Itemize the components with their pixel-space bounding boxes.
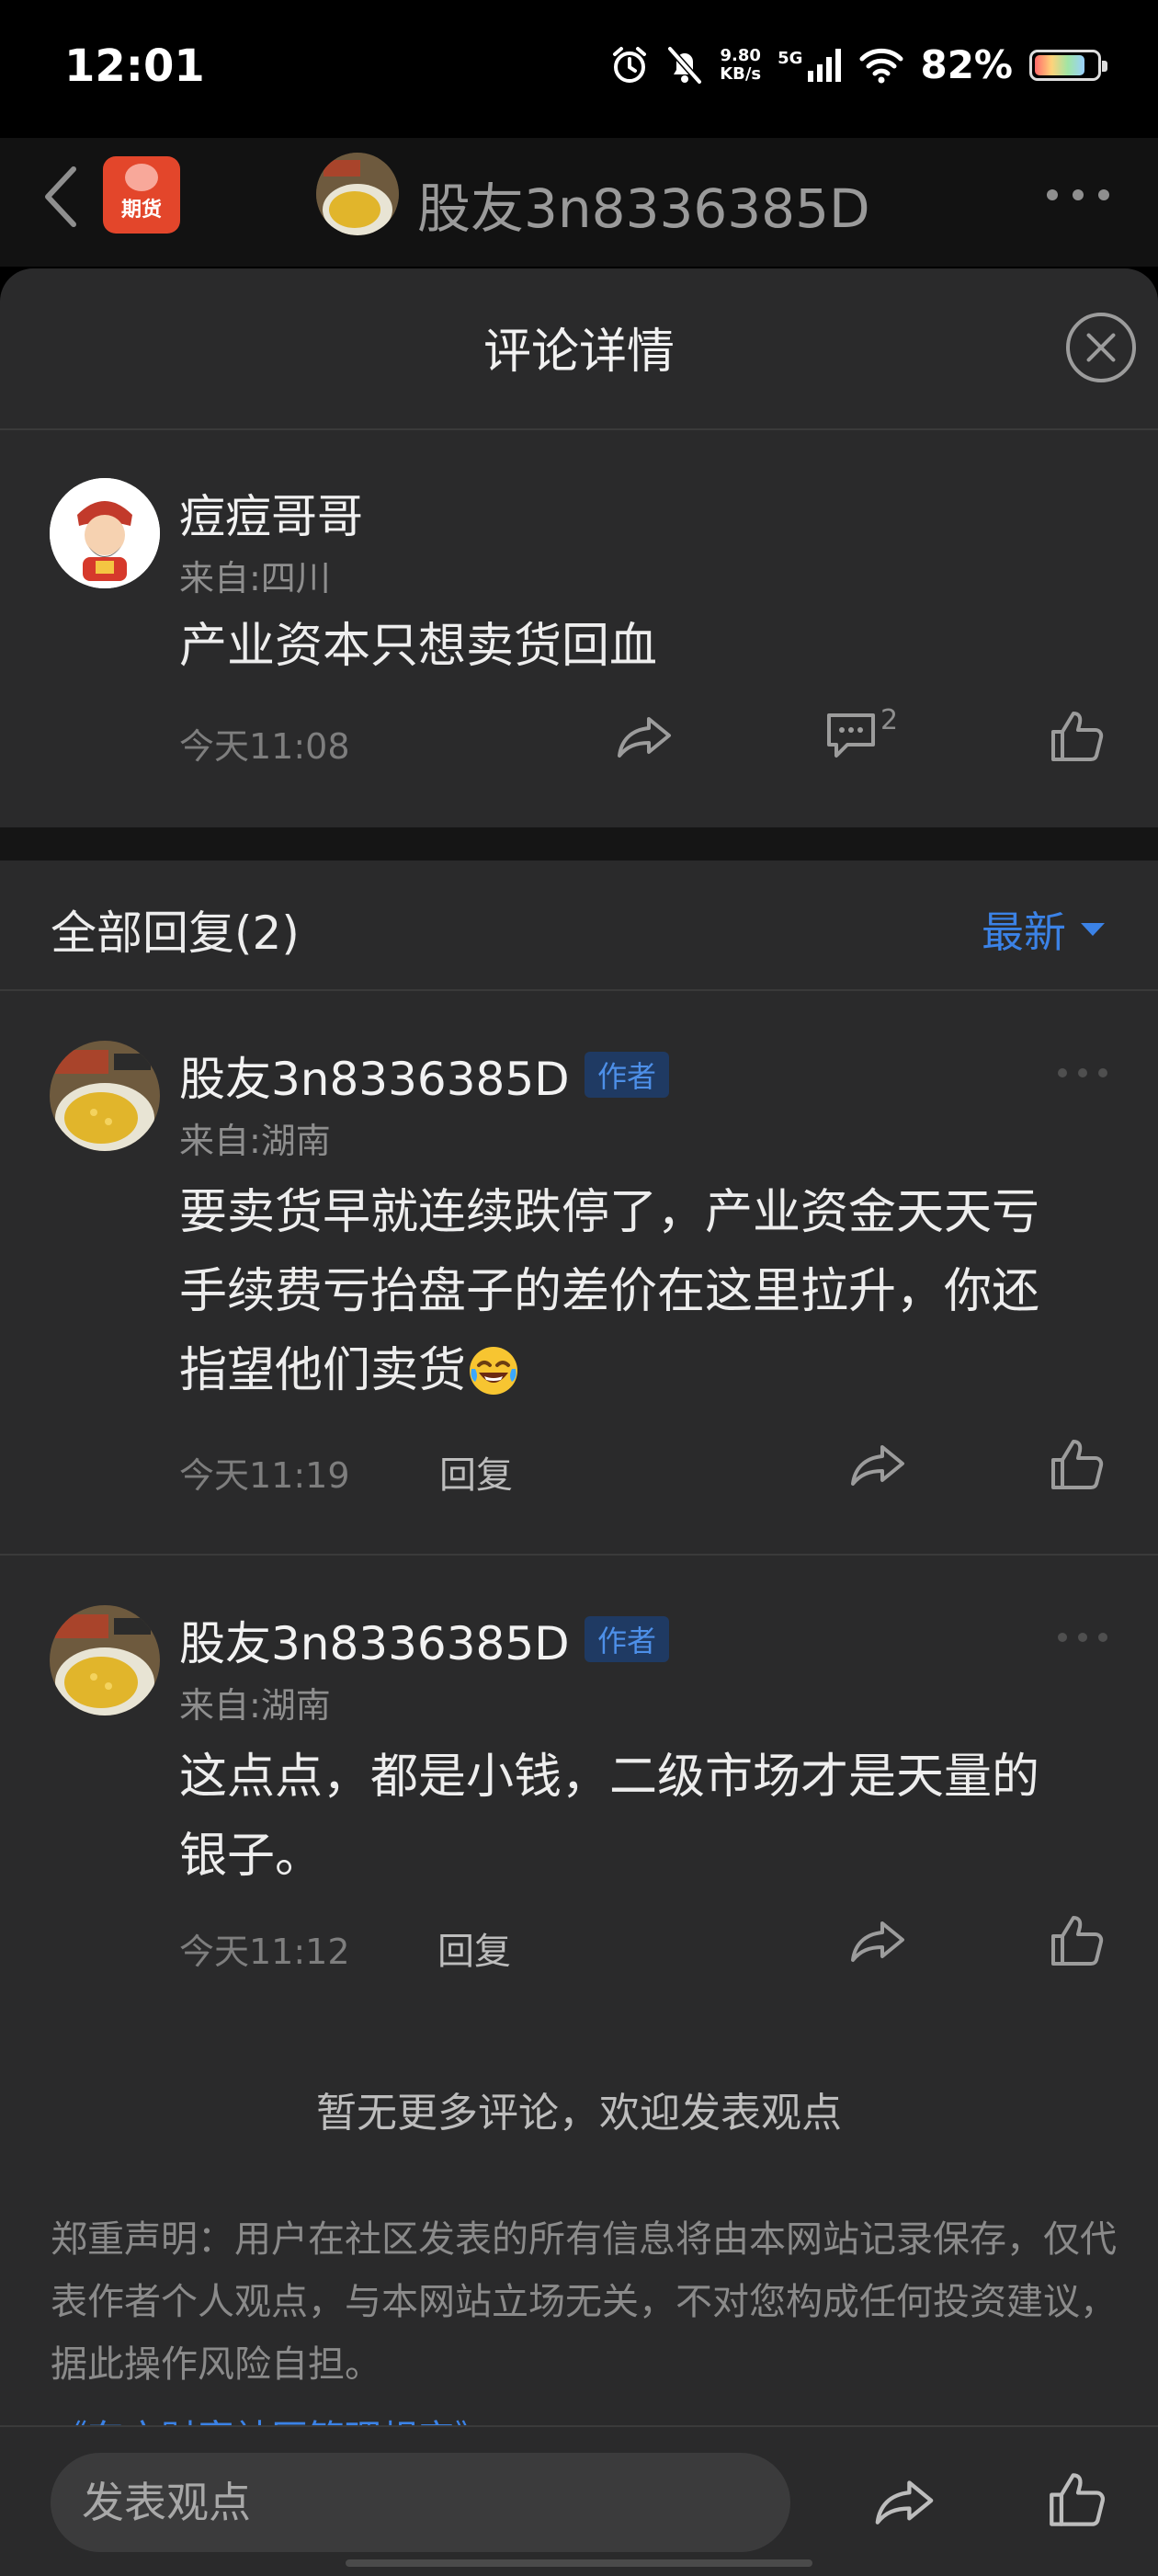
share-icon[interactable] [849, 1918, 906, 1964]
share-icon[interactable] [616, 713, 673, 759]
main-comment-author[interactable]: 痘痘哥哥 [179, 480, 363, 546]
top-title: 股友3n8336385D [417, 177, 870, 240]
net-speed-unit: KB/s [720, 63, 762, 84]
logo-emblem-icon [125, 164, 158, 191]
section-separator [0, 827, 1158, 861]
signal-bars-icon [808, 48, 842, 82]
author-badge: 作者 [585, 1052, 670, 1098]
cellular-signal: 5G [778, 48, 843, 82]
main-comment-reply-count: 2 [880, 704, 899, 736]
battery-percent: 82% [920, 42, 1013, 87]
comment-input[interactable] [51, 2453, 790, 2552]
reply-content-text: 指望他们卖货 [179, 1343, 467, 1398]
reply-more-dots-icon[interactable] [1057, 1067, 1108, 1078]
reply-content-line: 银子。 [179, 1829, 324, 1884]
all-replies-label: 全部回复(2) [51, 906, 300, 960]
sort-dropdown[interactable]: 最新 [982, 899, 1105, 960]
reply-origin: 来自:湖南 [179, 1685, 331, 1726]
home-indicator [346, 2559, 812, 2567]
reply-content-line: 手续费亏抬盘子的差价在这里拉升，你还 [179, 1264, 1040, 1319]
disclaimer-text: 郑重声明：用户在社区发表的所有信息将由本网站记录保存，仅代表作者个人观点，与本网… [51, 2218, 1117, 2386]
no-more-comments: 暂无更多评论，欢迎发表观点 [316, 2090, 842, 2137]
status-time: 12:01 [64, 40, 205, 92]
food-avatar-image [50, 1041, 160, 1151]
net-speed-value: 9.80 [720, 45, 761, 65]
laughing-emoji-icon [470, 1347, 518, 1395]
main-comment-content: 产业资本只想卖货回血 [179, 619, 658, 674]
wifi-icon [859, 48, 903, 83]
sort-label: 最新 [982, 907, 1066, 957]
reply-origin: 来自:湖南 [179, 1121, 331, 1161]
caret-down-icon [1081, 923, 1105, 936]
food-avatar-image [316, 153, 399, 235]
reply-time: 今天11:12 [179, 1932, 350, 1972]
reply-content-line: 要卖货早就连续跌停了，产业资金天天亏 [179, 1185, 1040, 1240]
food-avatar-image [50, 1605, 160, 1715]
more-dots-icon[interactable] [1046, 188, 1110, 201]
reply-author[interactable]: 股友3n8336385D [179, 1043, 570, 1109]
back-chevron-icon[interactable] [42, 164, 79, 230]
like-thumb-icon[interactable] [1050, 1914, 1105, 1967]
reply-content: 要卖货早就连续跌停了，产业资金天天亏 手续费亏抬盘子的差价在这里拉升，你还 指望… [179, 1173, 1039, 1410]
reply-content-line: 指望他们卖货 [179, 1331, 1039, 1410]
like-thumb-icon[interactable] [1050, 710, 1105, 763]
like-thumb-icon[interactable] [1050, 1438, 1105, 1491]
share-icon[interactable] [873, 2477, 936, 2526]
reply-more-dots-icon[interactable] [1057, 1632, 1108, 1643]
cartoon-avatar-image [50, 478, 160, 588]
status-icons: 9.80 KB/s 5G 82% [609, 42, 1107, 87]
comment-bubble-icon[interactable] [823, 710, 879, 761]
battery-fill [1035, 54, 1084, 75]
network-type: 5G [778, 48, 803, 68]
top-avatar[interactable] [316, 153, 399, 235]
alarm-icon [613, 46, 647, 83]
mute-bell-icon [667, 46, 702, 84]
reply-button[interactable]: 回复 [439, 1445, 513, 1499]
replies-header-divider [0, 989, 1158, 991]
app-logo[interactable]: 期货 [103, 156, 180, 234]
reply-button[interactable]: 回复 [437, 1921, 511, 1975]
reply-author[interactable]: 股友3n8336385D [179, 1607, 570, 1673]
reply-content-line: 这点点，都是小钱，二级市场才是天量的 [179, 1750, 1040, 1805]
like-thumb-icon[interactable] [1048, 2471, 1107, 2528]
author-badge: 作者 [585, 1616, 670, 1662]
reply-avatar[interactable] [50, 1605, 160, 1715]
battery-icon [1029, 49, 1107, 81]
reply-content: 这点点，都是小钱，二级市场才是天量的 银子。 [179, 1738, 1039, 1896]
sheet-header-divider [0, 428, 1158, 430]
share-icon[interactable] [849, 1442, 906, 1487]
close-button[interactable] [1066, 313, 1136, 382]
main-comment-avatar[interactable] [50, 478, 160, 588]
reply-time: 今天11:19 [179, 1455, 350, 1496]
sheet-title: 评论详情 [482, 325, 675, 380]
net-speed: 9.80 KB/s [720, 45, 762, 84]
app-logo-text: 期货 [120, 199, 162, 222]
reply-avatar[interactable] [50, 1041, 160, 1151]
reply-divider [0, 1554, 1158, 1556]
main-comment-time: 今天11:08 [179, 726, 350, 767]
main-comment-origin: 来自:四川 [179, 558, 331, 598]
